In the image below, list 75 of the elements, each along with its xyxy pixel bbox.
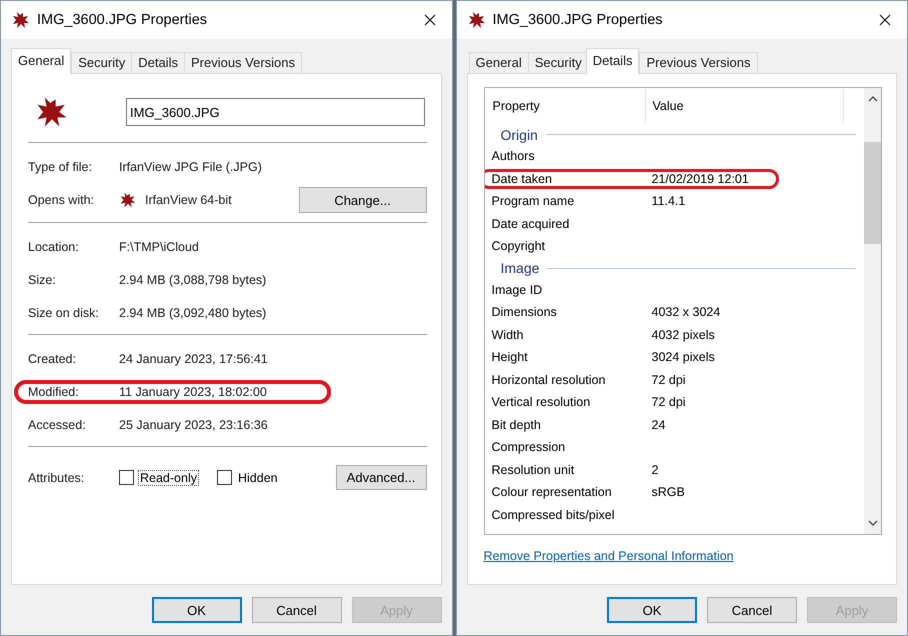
property-value: 72 dpi [652, 395, 686, 410]
property-name: Width [492, 328, 524, 342]
splat-icon [11, 10, 31, 30]
field-label: Size: [28, 272, 57, 286]
property-name: Horizontal resolution [492, 372, 606, 387]
field-value: 2.94 MB (3,088,798 bytes) [119, 272, 266, 286]
property-value: 24 [652, 418, 666, 432]
tab[interactable]: General [11, 48, 72, 74]
field-value: IrfanView 64-bit [145, 193, 232, 207]
window-title: IMG_3600.JPG Properties [492, 12, 664, 28]
remove-properties-link[interactable]: Remove Properties and Personal Information [484, 549, 734, 563]
property-name: Authors [492, 149, 536, 164]
change-button[interactable]: Change... [298, 187, 426, 213]
tab[interactable]: Previous Versions [184, 52, 302, 73]
field-value: IrfanView JPG File (.JPG) [119, 160, 262, 174]
field-value: F:\TMP\iCloud [119, 240, 199, 254]
property-value: 11.4.1 [652, 194, 686, 208]
group-header[interactable]: Image [500, 260, 540, 276]
scroll-down-icon[interactable] [868, 520, 878, 526]
tab[interactable]: Security [528, 52, 589, 73]
property-name: Program name [492, 194, 576, 208]
property-name: Vertical resolution [492, 395, 592, 410]
window-title: IMG_3600.JPG Properties [37, 12, 208, 28]
field-label: Modified: [28, 384, 80, 398]
property-name: Date acquired [492, 216, 570, 231]
property-name: Image ID [492, 282, 544, 297]
field-value: 24 January 2023, 17:56:41 [119, 352, 268, 366]
field-value: 25 January 2023, 23:16:36 [119, 418, 268, 432]
dialog-button[interactable]: OK [152, 597, 242, 623]
property-value: 4032 x 3024 [652, 305, 720, 320]
property-value: 3024 pixels [652, 350, 715, 364]
field-label: Created: [28, 352, 77, 366]
property-name: Date taken [492, 172, 553, 186]
property-name: Dimensions [492, 305, 558, 320]
property-name: Compressed bits/pixel [492, 508, 616, 522]
column-header[interactable]: Value [646, 89, 844, 123]
property-name: Height [492, 350, 529, 364]
advanced-button[interactable]: Advanced... [336, 465, 426, 490]
property-name: Copyright [492, 239, 546, 254]
close-icon[interactable] [424, 14, 436, 26]
tab[interactable]: Previous Versions [639, 52, 758, 73]
property-name: Compression [492, 440, 566, 454]
field-value: 11 January 2023, 18:02:00 [119, 384, 267, 398]
tab[interactable]: Details [586, 48, 640, 74]
dialog-button[interactable]: Cancel [707, 597, 797, 623]
dialog-button[interactable]: Cancel [252, 597, 342, 623]
field-label: Accessed: [28, 418, 87, 432]
field-label: Opens with: [28, 193, 96, 207]
close-icon[interactable] [879, 14, 891, 26]
checkbox[interactable] [216, 470, 232, 485]
property-value: 72 dpi [652, 372, 686, 387]
property-name: Bit depth [492, 418, 542, 432]
file-name-field[interactable]: IMG_3600.JPG [126, 98, 424, 126]
property-value: 4032 pixels [652, 328, 715, 342]
scroll-up-icon[interactable] [868, 96, 878, 102]
group-header[interactable]: Origin [500, 126, 538, 142]
field-value: 2.94 MB (3,092,480 bytes) [119, 306, 266, 320]
property-name: Resolution unit [492, 462, 576, 477]
column-header[interactable]: Property [492, 89, 646, 123]
field-label: Type of file: [28, 160, 93, 174]
field-label: Size on disk: [28, 306, 100, 320]
scrollbar-thumb[interactable] [864, 142, 881, 244]
field-label: Attributes: [28, 470, 86, 484]
tab[interactable]: Security [71, 52, 132, 73]
property-value: 2 [652, 462, 658, 477]
property-name: Colour representation [492, 485, 613, 500]
tab[interactable]: General [468, 52, 529, 73]
splat-icon [466, 10, 486, 30]
dialog-button[interactable]: OK [607, 597, 697, 623]
checkbox-label[interactable]: Hidden [236, 470, 280, 486]
checkbox-label[interactable]: Read-only [138, 470, 199, 486]
property-value: 21/02/2019 12:01 [652, 172, 749, 186]
property-value: sRGB [652, 485, 685, 500]
checkbox[interactable] [119, 470, 134, 485]
field-label: Location: [28, 240, 80, 254]
